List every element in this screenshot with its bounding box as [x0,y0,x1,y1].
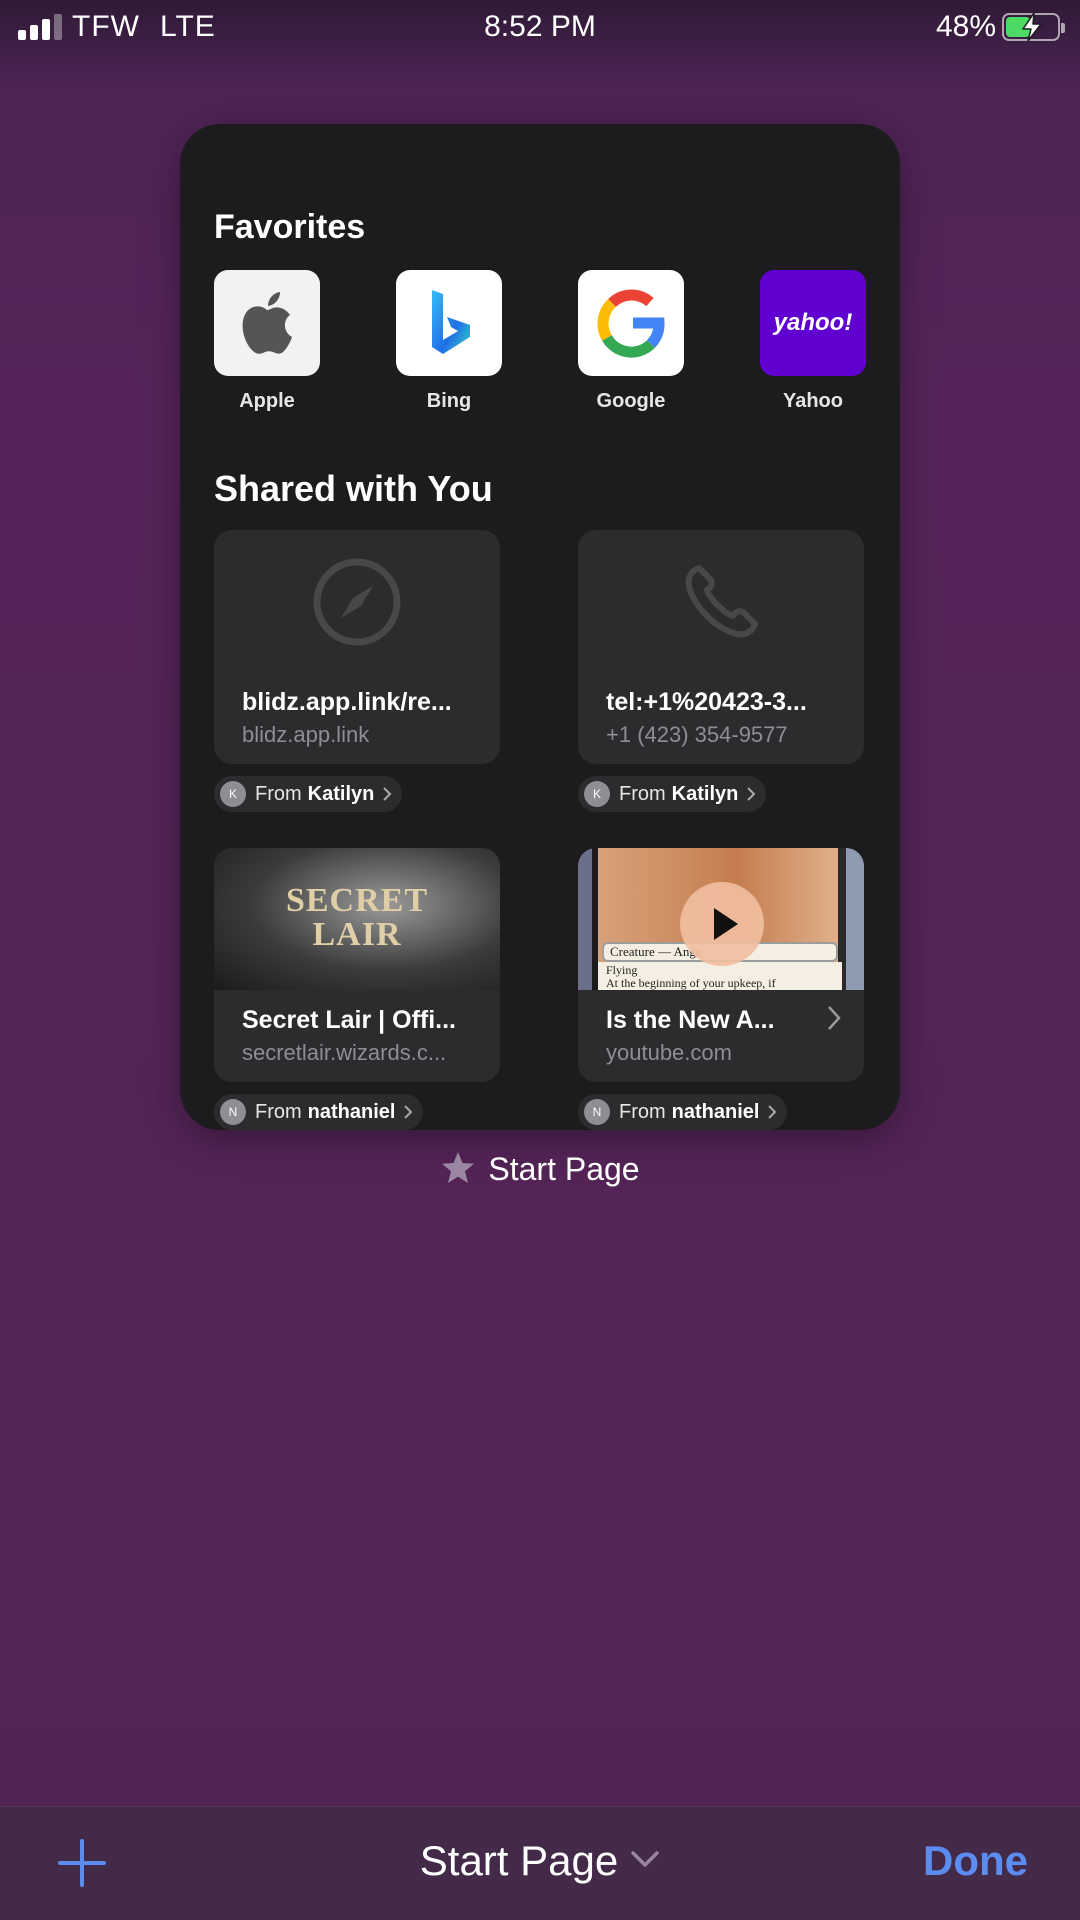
shared-item-subtitle: +1 (423) 354-9577 [606,722,788,747]
shared-item-title: Secret Lair | Offi... [242,1006,457,1034]
favorites-heading: Favorites [214,208,366,246]
tab-caption-label: Start Page [488,1151,640,1187]
chevron-right-icon [404,1105,413,1119]
shared-from-pill[interactable]: K From Katilyn [578,776,767,812]
from-prefix: From [255,1100,302,1123]
avatar: K [584,781,610,807]
done-button[interactable]: Done [923,1837,1028,1885]
secret-lair-thumbnail: SECRET LAIR [214,848,500,990]
tab-group-selector[interactable]: Start Page [0,1837,1080,1885]
card-rules-line-2: At the beginning of your upkeep, if [606,976,776,990]
chevron-down-icon [631,1851,659,1867]
favorite-google[interactable]: Google [578,270,684,413]
bottom-toolbar: Start Page Done [0,1806,1080,1920]
yahoo-logo-icon: yahoo! [760,270,866,376]
tab-group-title: Start Page [419,1837,619,1884]
from-name: Katilyn [307,782,375,805]
play-button[interactable] [680,882,764,966]
chevron-right-icon [768,1105,777,1119]
shared-item-title: tel:+1%20423-3... [606,688,807,716]
from-prefix: From [619,1100,666,1123]
shared-from-pill[interactable]: K From Katilyn [214,776,403,812]
shared-item-subtitle: youtube.com [606,1040,732,1065]
shared-phone-card[interactable]: tel:+1%20423-3... +1 (423) 354-9577 [578,530,864,764]
chevron-right-icon [828,1006,841,1030]
shared-item-title: blidz.app.link/re... [242,688,452,716]
from-prefix: From [619,782,666,805]
from-name: Katilyn [671,782,739,805]
favorite-label: Apple [239,390,295,412]
from-name: nathaniel [671,1100,760,1123]
shared-secret-lair-card[interactable]: SECRET LAIR Secret Lair | Offi... secret… [214,848,500,1082]
google-logo-icon [578,270,684,376]
star-icon [442,1152,475,1183]
secret-lair-logo-text-1: SECRET [285,882,429,919]
card-rules-box: Flying At the beginning of your upkeep, … [598,962,842,990]
status-bar: TFW LTE 8:52 PM 48% [0,0,1080,56]
chevron-right-icon [747,787,756,801]
chevron-right-icon [383,787,392,801]
bing-logo-icon [396,270,502,376]
tab-caption: Start Page [0,1150,1080,1188]
shared-youtube-card[interactable]: Creature — Ange Flying At the beginning … [578,848,864,1082]
yahoo-logo-text: yahoo! [773,309,853,336]
tab-preview-card[interactable]: Favorites Apple Bing Google yahoo! Yahoo… [180,124,900,1130]
from-prefix: From [255,782,302,805]
battery-icon [1002,12,1065,42]
shared-from-pill[interactable]: N From nathaniel [578,1094,788,1130]
youtube-video-thumbnail: Creature — Ange Flying At the beginning … [578,848,864,990]
shared-link-card[interactable]: blidz.app.link/re... blidz.app.link [214,530,500,764]
avatar: N [584,1099,610,1125]
favorite-apple[interactable]: Apple [214,270,320,413]
secret-lair-logo-text-2: LAIR [312,916,402,953]
favorite-bing[interactable]: Bing [396,270,502,413]
phone-icon [685,565,758,638]
shared-item-title: Is the New A... [606,1006,775,1034]
favorite-label: Yahoo [782,390,843,412]
status-time: 8:52 PM [484,10,596,43]
apple-logo-icon [214,270,320,376]
favorite-label: Bing [426,390,472,412]
shared-item-subtitle: blidz.app.link [242,722,370,747]
favorite-yahoo[interactable]: yahoo! Yahoo [760,270,866,413]
from-name: nathaniel [307,1100,396,1123]
battery-percent: 48% [935,10,996,43]
avatar: K [220,781,246,807]
shared-with-you-heading: Shared with You [214,468,493,509]
shared-from-pill[interactable]: N From nathaniel [214,1094,424,1130]
avatar: N [220,1099,246,1125]
favorite-label: Google [596,390,666,412]
charging-bolt-icon [1022,12,1042,42]
shared-item-subtitle: secretlair.wizards.c... [242,1040,447,1065]
play-icon [714,908,738,940]
compass-icon [313,558,401,646]
